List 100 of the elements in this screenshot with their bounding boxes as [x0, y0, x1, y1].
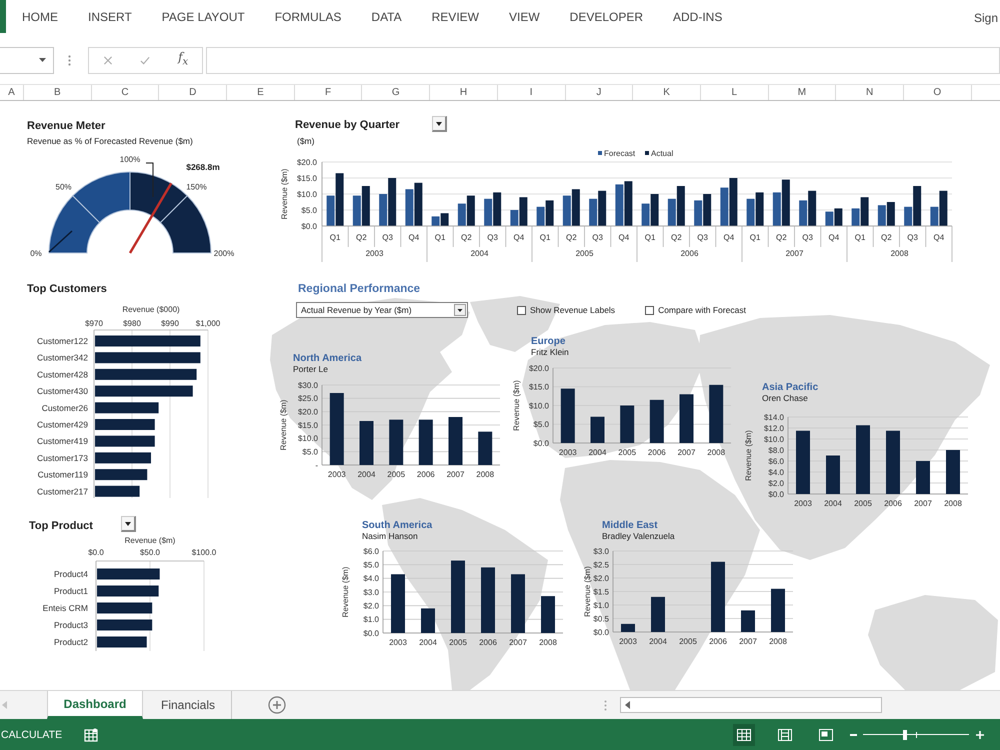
category-label: 2004: [649, 637, 667, 646]
bar: [562, 196, 571, 226]
view-button[interactable]: [733, 724, 755, 746]
ribbon-tab[interactable]: PAGE LAYOUT: [162, 7, 245, 29]
category-label: Customer119: [38, 470, 88, 480]
axis-label: Revenue ($000): [122, 305, 180, 314]
sign-in-link[interactable]: Sign: [974, 11, 998, 25]
bar: [95, 452, 151, 464]
dropdown-button[interactable]: [432, 116, 447, 132]
bar: [97, 586, 159, 596]
category-label: Customer26: [42, 402, 88, 413]
tick-label: $20.0: [296, 158, 317, 167]
bar: [360, 421, 374, 465]
category-label: Q3: [907, 233, 918, 242]
scroll-left-icon[interactable]: [625, 701, 630, 709]
category-label: 2008: [539, 638, 557, 647]
horizontal-scrollbar[interactable]: [620, 697, 882, 713]
category-label: 2004: [470, 249, 488, 258]
tick-label: -: [315, 460, 318, 470]
grid-icon: [737, 728, 751, 740]
bar: [362, 186, 370, 226]
tick-label: $0.0: [363, 628, 379, 638]
tick-label: $10.0: [764, 434, 784, 444]
ribbon-tab[interactable]: INSERT: [88, 7, 132, 29]
chart-title: Revenue by Quarter: [295, 119, 400, 131]
category-label: 2008: [890, 249, 908, 258]
category-label: 2004: [824, 499, 842, 508]
bar: [946, 450, 960, 494]
column-header[interactable]: A: [0, 85, 24, 100]
column-header[interactable]: F: [294, 85, 362, 100]
bar: [808, 190, 816, 226]
tick-label: $1.0: [593, 600, 609, 610]
ribbon-tab[interactable]: DATA: [371, 7, 402, 29]
axis-label: Revenue ($m): [341, 566, 350, 618]
bar: [97, 568, 160, 580]
ribbon-tab[interactable]: HOME: [22, 7, 58, 29]
column-header[interactable]: I: [498, 85, 566, 100]
checkbox[interactable]: [645, 306, 654, 314]
column-header[interactable]: B: [24, 85, 92, 100]
gauge-segment: [130, 172, 188, 224]
zoom-slider[interactable]: [863, 730, 969, 740]
chart-subtitle: ($m): [297, 136, 314, 146]
table-icon[interactable]: [84, 728, 98, 742]
add-icon[interactable]: [268, 696, 286, 714]
tick-label: $5.0: [363, 560, 379, 570]
ribbon-tab[interactable]: REVIEW: [432, 7, 479, 29]
view-dropdown[interactable]: Actual Revenue by Year ($m): [296, 302, 468, 318]
manager-name: Porter Le: [293, 364, 328, 374]
category-label: 2003: [328, 470, 346, 479]
zoom-in-icon[interactable]: [976, 730, 984, 738]
category-label: 2008: [476, 470, 494, 479]
category-label: 2006: [680, 249, 698, 258]
gauge-segment: [160, 195, 212, 254]
column-header[interactable]: K: [633, 85, 701, 100]
category-label: 2003: [389, 638, 407, 647]
ribbon-tab[interactable]: ADD-INS: [673, 7, 722, 29]
bar: [572, 189, 580, 226]
checkbox-label[interactable]: Show Revenue Labels: [530, 305, 616, 315]
formula-input[interactable]: [206, 46, 1000, 74]
zoom-slider-thumb[interactable]: [903, 730, 908, 740]
category-label: Q3: [802, 233, 813, 242]
column-header[interactable]: M: [768, 85, 836, 100]
check-icon[interactable]: [140, 56, 150, 64]
category-label: Q2: [461, 233, 472, 242]
checkbox-label[interactable]: Compare with Forecast: [658, 305, 746, 315]
category-label: Q3: [697, 233, 708, 242]
legend-label: Actual: [651, 149, 674, 158]
category-label: Customer419: [36, 436, 88, 446]
category-label: Customer429: [36, 420, 88, 430]
category-label: 2005: [854, 499, 872, 508]
bar: [598, 190, 606, 226]
ribbon-tab[interactable]: VIEW: [508, 7, 540, 29]
column-header[interactable]: J: [566, 85, 634, 100]
column-header[interactable]: C: [92, 85, 160, 100]
ribbon-tab[interactable]: FORMULAS: [274, 7, 342, 29]
bar: [746, 198, 755, 226]
category-label: Customer122: [36, 336, 88, 346]
tick-label: $2.0: [363, 601, 379, 610]
column-header[interactable]: G: [362, 85, 430, 100]
column-header[interactable]: L: [700, 85, 769, 100]
bar: [405, 189, 414, 226]
category-label: 2006: [884, 499, 902, 508]
category-label: Customer173: [36, 452, 88, 463]
tick-label: $15.0: [296, 174, 317, 183]
tick-label: $50.0: [140, 548, 160, 557]
column-header[interactable]: H: [430, 85, 498, 100]
bar: [878, 205, 886, 226]
dropdown-button[interactable]: [121, 516, 136, 532]
category-label: Enteis CRM: [42, 603, 88, 613]
bar: [856, 425, 870, 494]
column-header[interactable]: N: [836, 85, 904, 100]
column-header[interactable]: E: [227, 85, 295, 100]
category-label: 2007: [678, 448, 696, 457]
insert-function-button[interactable]: f$_{x}$: [178, 50, 188, 70]
ribbon-tab[interactable]: DEVELOPER: [570, 7, 644, 29]
sheet-tab[interactable]: Dashboard: [47, 691, 143, 719]
chart-title: Top Product: [29, 520, 93, 532]
column-header[interactable]: D: [159, 85, 228, 100]
bar: [729, 178, 738, 226]
column-header[interactable]: O: [904, 85, 972, 100]
